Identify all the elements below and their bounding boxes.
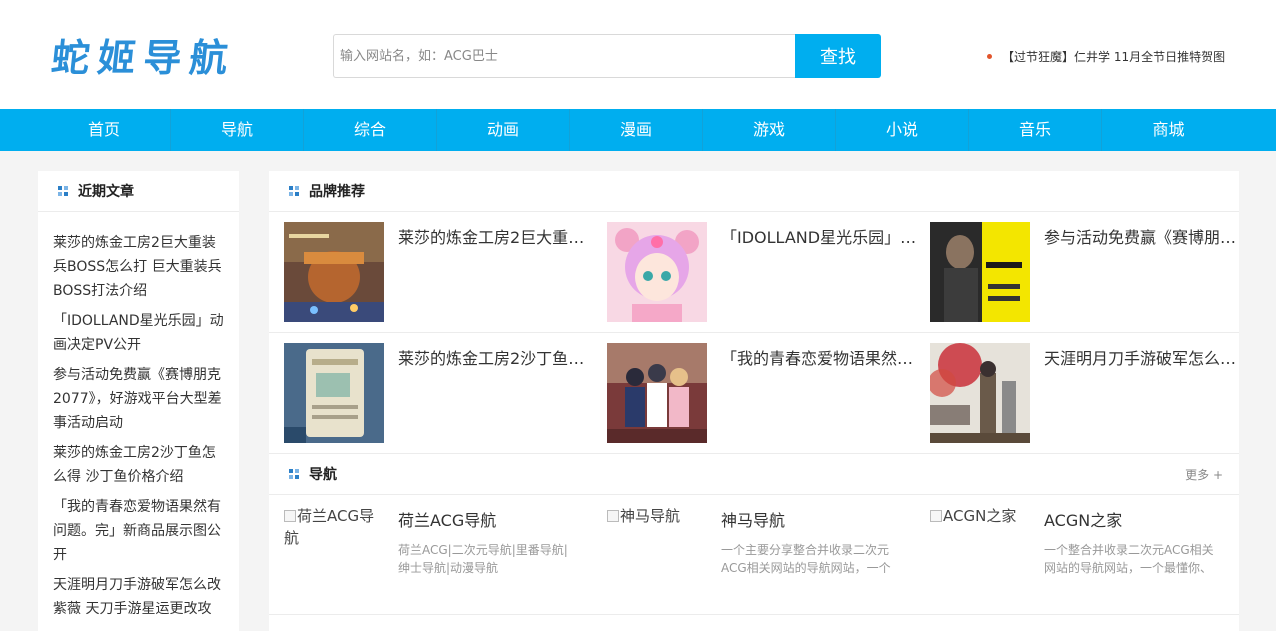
brand-title[interactable]: 「我的青春恋爱物语果然有问题。完」 xyxy=(721,345,921,369)
brand-title[interactable]: 莱莎的炼金工房2沙丁鱼怎么得 xyxy=(398,345,598,369)
recent-post-link[interactable]: 「IDOLLAND星光乐园」动画决定PV公开 xyxy=(53,309,225,357)
anime-girl-thumbnail[interactable] xyxy=(607,222,707,322)
site-image-broken[interactable]: 荷兰ACG导航 xyxy=(284,505,384,549)
site-image-alt: ACGN之家 xyxy=(943,507,1017,525)
nav-section-header: 导航 更多 + xyxy=(269,454,1239,495)
site-card[interactable]: 荷兰ACG导航 荷兰ACG导航 荷兰ACG|二次元导航|里番导航|绅士导航|动漫… xyxy=(284,505,584,605)
nav-item-game[interactable]: 游戏 xyxy=(703,109,836,151)
site-grid: 荷兰ACG导航 荷兰ACG导航 荷兰ACG|二次元导航|里番导航|绅士导航|动漫… xyxy=(269,495,1239,615)
cyberpunk-poster-thumbnail[interactable] xyxy=(930,222,1030,322)
brand-section-header: 品牌推荐 xyxy=(269,171,1239,212)
search-button[interactable]: 查找 xyxy=(795,34,881,78)
recent-posts-title: 近期文章 xyxy=(78,184,134,200)
brand-section-title: 品牌推荐 xyxy=(309,184,365,200)
game-screenshot-thumbnail[interactable] xyxy=(284,222,384,322)
brand-grid: 莱莎的炼金工房2巨大重装兵BOSS怎么打 xyxy=(269,212,1244,454)
notice-ticker[interactable]: 【过节狂魔】仁井学 11月全节日推特贺图 xyxy=(987,46,1227,66)
broken-image-icon xyxy=(607,510,619,522)
site-card[interactable]: 神马导航 神马导航 一个主要分享整合并收录二次元ACG相关网站的导航网站，一个 xyxy=(607,505,907,605)
site-description: 一个主要分享整合并收录二次元ACG相关网站的导航网站，一个 xyxy=(721,543,891,575)
site-description: 一个整合并收录二次元ACG相关网站的导航网站，一个最懂你、 xyxy=(1044,543,1214,575)
site-image-broken[interactable]: ACGN之家 xyxy=(930,505,1030,527)
bullet-dot-icon xyxy=(987,53,992,59)
nav-item-shop[interactable]: 商城 xyxy=(1102,109,1235,151)
brand-row: 莱莎的炼金工房2沙丁鱼怎么得 「我的青春恋爱物语果然有 天涯明月刀手游破军怎么改 xyxy=(269,333,1244,454)
grid-icon xyxy=(58,185,69,197)
nav-item-music[interactable]: 音乐 xyxy=(969,109,1102,151)
site-description: 荷兰ACG|二次元导航|里番导航|绅士导航|动漫导航 xyxy=(398,543,568,575)
more-link[interactable]: 更多 + xyxy=(1185,466,1223,483)
site-name[interactable]: 神马导航 xyxy=(721,507,785,531)
main-content: 品牌推荐 莱莎的炼金工房2巨大重装兵BOSS怎么打 xyxy=(269,171,1244,631)
recent-post-link[interactable]: 天涯明月刀手游破军怎么改紫薇 天刀手游星运更改攻 xyxy=(53,573,225,621)
brand-title[interactable]: 参与活动免费赢《赛博朋克2077》 xyxy=(1044,224,1244,248)
recent-posts-header: 近期文章 xyxy=(38,171,239,212)
site-image-broken[interactable]: 神马导航 xyxy=(607,505,707,527)
brand-title[interactable]: 莱莎的炼金工房2巨大重装兵BOSS怎么打 xyxy=(398,224,598,248)
broken-image-icon xyxy=(930,510,942,522)
recent-posts-panel: 近期文章 莱莎的炼金工房2巨大重装兵BOSS怎么打 巨大重装兵BOSS打法介绍 … xyxy=(38,171,239,631)
site-name[interactable]: 荷兰ACG导航 xyxy=(398,507,496,531)
search-bar: 查找 xyxy=(333,34,881,78)
recent-post-link[interactable]: 「我的青春恋爱物语果然有问题。完」新商品展示图公开 xyxy=(53,495,225,567)
brand-row: 莱莎的炼金工房2巨大重装兵BOSS怎么打 xyxy=(269,212,1244,333)
nav-item-novel[interactable]: 小说 xyxy=(836,109,969,151)
nav-section-title: 导航 xyxy=(309,467,337,483)
nav-item-comic[interactable]: 漫画 xyxy=(570,109,703,151)
site-card[interactable]: ACGN之家 ACGN之家 一个整合并收录二次元ACG相关网站的导航网站，一个最… xyxy=(930,505,1230,605)
recent-posts-list: 莱莎的炼金工房2巨大重装兵BOSS怎么打 巨大重装兵BOSS打法介绍 「IDOL… xyxy=(38,212,239,621)
grid-icon xyxy=(289,468,300,480)
grid-icon xyxy=(289,185,300,197)
search-input[interactable] xyxy=(333,34,795,78)
site-image-alt: 荷兰ACG导航 xyxy=(284,507,375,547)
recent-post-link[interactable]: 莱莎的炼金工房2沙丁鱼怎么得 沙丁鱼价格介绍 xyxy=(53,441,225,489)
site-image-alt: 神马导航 xyxy=(620,507,681,525)
nav-item-anime[interactable]: 动画 xyxy=(437,109,570,151)
nav-item-zonghe[interactable]: 综合 xyxy=(304,109,437,151)
recent-post-link[interactable]: 莱莎的炼金工房2巨大重装兵BOSS怎么打 巨大重装兵BOSS打法介绍 xyxy=(53,231,225,303)
nav-item-home[interactable]: 首页 xyxy=(38,109,171,151)
site-logo[interactable]: 蛇姬导航 xyxy=(49,30,238,80)
site-name[interactable]: ACGN之家 xyxy=(1044,507,1122,531)
nav-item-daohang[interactable]: 导航 xyxy=(171,109,304,151)
site-header: 蛇姬导航 查找 【过节狂魔】仁井学 11月全节日推特贺图 xyxy=(0,0,1276,109)
wuxia-art-thumbnail[interactable] xyxy=(930,343,1030,443)
game-menu-thumbnail[interactable] xyxy=(284,343,384,443)
recent-post-link[interactable]: 参与活动免费赢《赛博朋克2077》，好游戏平台大型差事活动启动 xyxy=(53,363,225,435)
brand-title[interactable]: 天涯明月刀手游破军怎么改紫薇 xyxy=(1044,345,1244,369)
broken-image-icon xyxy=(284,510,296,522)
notice-text: 【过节狂魔】仁井学 11月全节日推特贺图 xyxy=(1002,49,1226,64)
main-nav: 首页 导航 综合 动画 漫画 游戏 小说 音乐 商城 xyxy=(0,109,1276,151)
anime-group-thumbnail[interactable] xyxy=(607,343,707,443)
brand-title[interactable]: 「IDOLLAND星光乐园」动画决定PV公开 xyxy=(721,224,921,248)
